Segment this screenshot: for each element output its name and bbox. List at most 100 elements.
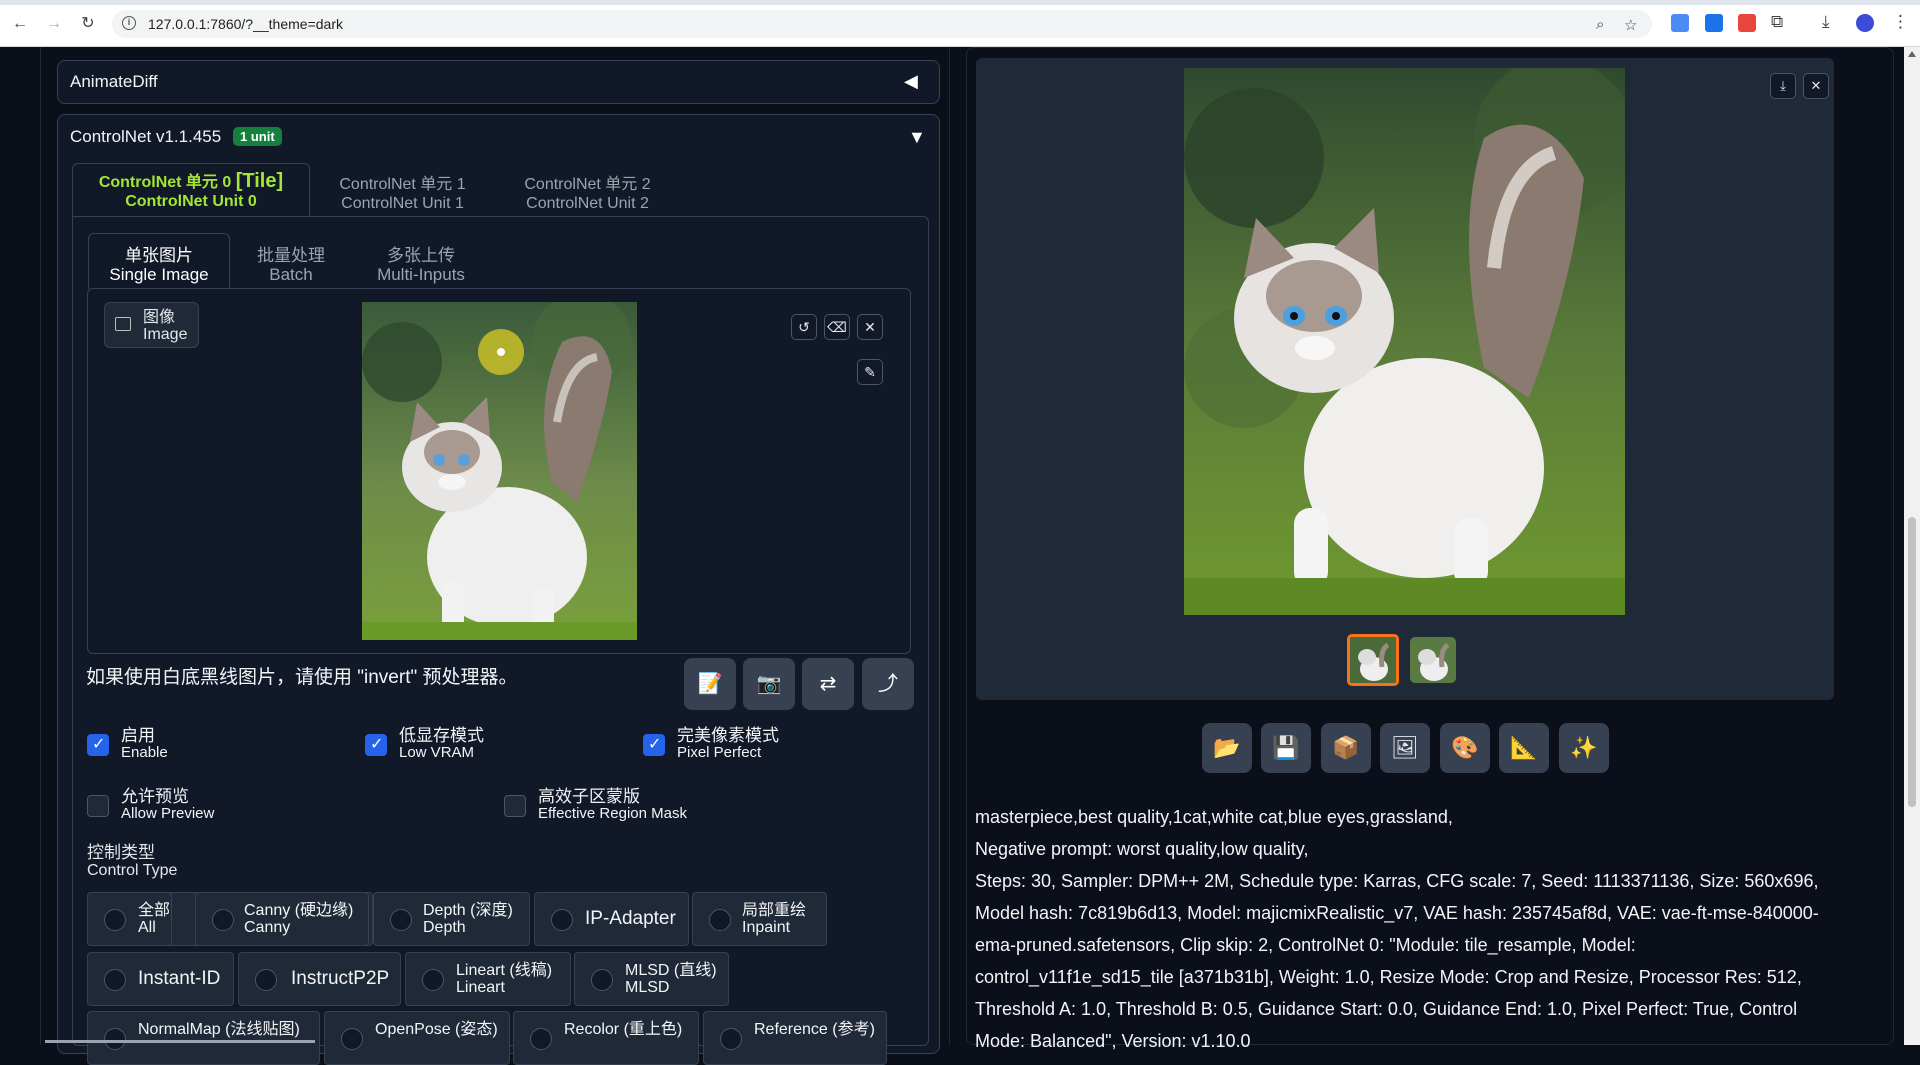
- radio-dot[interactable]: [390, 909, 412, 931]
- send-to-img2img-icon[interactable]: 🖼: [1380, 723, 1430, 773]
- browser-menu-icon[interactable]: ⋮: [1892, 12, 1909, 32]
- radio-reference[interactable]: Reference (参考): [703, 1011, 887, 1065]
- controlnet-input-image[interactable]: [362, 302, 637, 640]
- radio-depth[interactable]: Depth (深度) Depth: [373, 892, 530, 946]
- radio-dot[interactable]: [104, 969, 126, 991]
- radio-dot[interactable]: [255, 969, 277, 991]
- effective-region-mask-en: Effective Region Mask: [538, 805, 687, 822]
- radio-normalmap[interactable]: NormalMap (法线贴图): [87, 1011, 320, 1065]
- pixel-perfect-checkbox-box[interactable]: [643, 734, 665, 756]
- allow-preview-checkbox-box[interactable]: [87, 795, 109, 817]
- zip-icon[interactable]: 📦: [1321, 723, 1371, 773]
- radio-ip-adapter[interactable]: IP-Adapter: [534, 892, 689, 946]
- mirror-webcam-icon[interactable]: ⇄: [802, 658, 854, 710]
- reload-icon[interactable]: ↻: [76, 12, 100, 36]
- radio-all[interactable]: 全部 All: [87, 892, 172, 946]
- gallery-thumbnail-1[interactable]: [1347, 634, 1399, 686]
- address-bar[interactable]: i 127.0.0.1:7860/?__theme=dark ⌕ ☆: [112, 10, 1652, 38]
- radio-dot[interactable]: [709, 909, 731, 931]
- send-dimensions-icon[interactable]: ⤴: [862, 658, 914, 710]
- collapse-left-icon[interactable]: ◀: [904, 71, 918, 92]
- controlnet-title: ControlNet v1.1.455: [70, 127, 222, 146]
- tab-controlnet-unit-0[interactable]: ControlNet 单元 0 [Tile] ControlNet Unit 0: [72, 163, 310, 217]
- send-to-extras-icon[interactable]: 📐: [1499, 723, 1549, 773]
- low-vram-en: Low VRAM: [399, 744, 475, 761]
- radio-depth-zh: Depth (深度): [423, 902, 513, 919]
- page-scrollbar[interactable]: [1904, 47, 1920, 1045]
- folder-icon[interactable]: 📂: [1202, 723, 1252, 773]
- image-label: 图像 Image: [104, 302, 199, 348]
- radio-lineart[interactable]: Lineart (线稿) Lineart: [405, 952, 571, 1006]
- radio-lineart-zh: Lineart (线稿): [456, 962, 553, 979]
- radio-dot[interactable]: [212, 909, 234, 931]
- radio-dot[interactable]: [530, 1028, 552, 1050]
- extension-blue-icon[interactable]: [1705, 14, 1723, 32]
- save-icon[interactable]: 💾: [1261, 723, 1311, 773]
- gallery-thumbnail-2[interactable]: [1410, 637, 1456, 683]
- extension-translate-icon[interactable]: [1671, 14, 1689, 32]
- image-label-zh: 图像: [143, 309, 176, 326]
- low-vram-checkbox-box[interactable]: [365, 734, 387, 756]
- undo-icon[interactable]: ↺: [791, 314, 817, 340]
- animatediff-accordion[interactable]: AnimateDiff ◀: [57, 60, 940, 104]
- forward-icon[interactable]: →: [42, 12, 66, 36]
- download-icon[interactable]: ⤓: [1822, 12, 1830, 32]
- radio-ip-adapter-label: IP-Adapter: [585, 908, 676, 929]
- radio-instructp2p[interactable]: InstructP2P: [238, 952, 401, 1006]
- brush-icon[interactable]: ✎: [857, 359, 883, 385]
- radio-inpaint[interactable]: 局部重绘 Inpaint: [692, 892, 827, 946]
- profile-avatar-icon[interactable]: [1856, 14, 1874, 32]
- extensions-puzzle-icon[interactable]: ⧉: [1771, 12, 1783, 32]
- radio-mlsd[interactable]: MLSD (直线) MLSD: [574, 952, 729, 1006]
- radio-dot[interactable]: [591, 969, 613, 991]
- tab-single-image[interactable]: 单张图片 Single Image: [88, 233, 230, 289]
- extension-red-icon[interactable]: [1738, 14, 1756, 32]
- eraser-icon[interactable]: ⌫: [824, 314, 850, 340]
- clear-image-icon[interactable]: ✕: [857, 314, 883, 340]
- unit-count-badge: 1 unit: [233, 127, 282, 146]
- radio-dot[interactable]: [422, 969, 444, 991]
- tab-controlnet-unit-2[interactable]: ControlNet 单元 2 ControlNet Unit 2: [505, 175, 670, 213]
- new-canvas-icon[interactable]: 📝: [684, 658, 736, 710]
- radio-dot[interactable]: [720, 1028, 742, 1050]
- output-main-image[interactable]: [1184, 68, 1625, 615]
- info-params-line: ema-pruned.safetensors, Clip skip: 2, Co…: [975, 935, 1636, 955]
- unit1-en: ControlNet Unit 1: [341, 195, 464, 212]
- radio-recolor[interactable]: Recolor (重上色): [513, 1011, 699, 1065]
- thumbnail-image: [1350, 637, 1396, 683]
- radio-dot[interactable]: [341, 1028, 363, 1050]
- single-image-en: Single Image: [109, 265, 209, 284]
- download-output-icon[interactable]: ⤓: [1770, 73, 1796, 99]
- radio-dot[interactable]: [104, 909, 126, 931]
- radio-dot[interactable]: [104, 1028, 126, 1050]
- send-to-inpaint-icon[interactable]: 🎨: [1440, 723, 1490, 773]
- radio-all-zh: 全部: [138, 902, 171, 919]
- zoom-icon[interactable]: ⌕: [1596, 16, 1604, 33]
- cat-photo-large: [1184, 68, 1625, 615]
- radio-instant-id[interactable]: Instant-ID: [87, 952, 234, 1006]
- tab-controlnet-unit-1[interactable]: ControlNet 单元 1 ControlNet Unit 1: [320, 175, 485, 213]
- radio-reference-zh: Reference (参考): [754, 1021, 875, 1038]
- tab-multi-inputs[interactable]: 多张上传 Multi-Inputs: [360, 246, 482, 284]
- radio-openpose[interactable]: OpenPose (姿态): [324, 1011, 510, 1065]
- radio-dot[interactable]: [551, 909, 573, 931]
- unit0-en: ControlNet Unit 0: [125, 193, 257, 210]
- bookmark-star-icon[interactable]: ☆: [1624, 16, 1637, 34]
- allow-preview-zh: 允许预览: [121, 787, 189, 806]
- back-icon[interactable]: ←: [8, 12, 32, 36]
- radio-canny[interactable]: Canny (硬边缘) Canny: [195, 892, 369, 946]
- tab-batch[interactable]: 批量处理 Batch: [240, 246, 342, 284]
- pixel-perfect-zh: 完美像素模式: [677, 726, 779, 745]
- sparkle-icon[interactable]: ✨: [1559, 723, 1609, 773]
- scroll-up-icon[interactable]: [1908, 51, 1916, 57]
- radio-mlsd-zh: MLSD (直线): [625, 962, 717, 979]
- close-preview-icon[interactable]: ✕: [1803, 73, 1829, 99]
- low-vram-zh: 低显存模式: [399, 726, 484, 745]
- effective-region-mask-checkbox-box[interactable]: [504, 795, 526, 817]
- webcam-icon[interactable]: 📷: [743, 658, 795, 710]
- collapse-down-icon[interactable]: ▼: [908, 127, 926, 148]
- radio-normalmap-zh: NormalMap (法线贴图): [138, 1021, 300, 1038]
- site-info-icon[interactable]: i: [122, 16, 136, 30]
- enable-checkbox-box[interactable]: [87, 734, 109, 756]
- scrollbar-thumb[interactable]: [1908, 517, 1916, 807]
